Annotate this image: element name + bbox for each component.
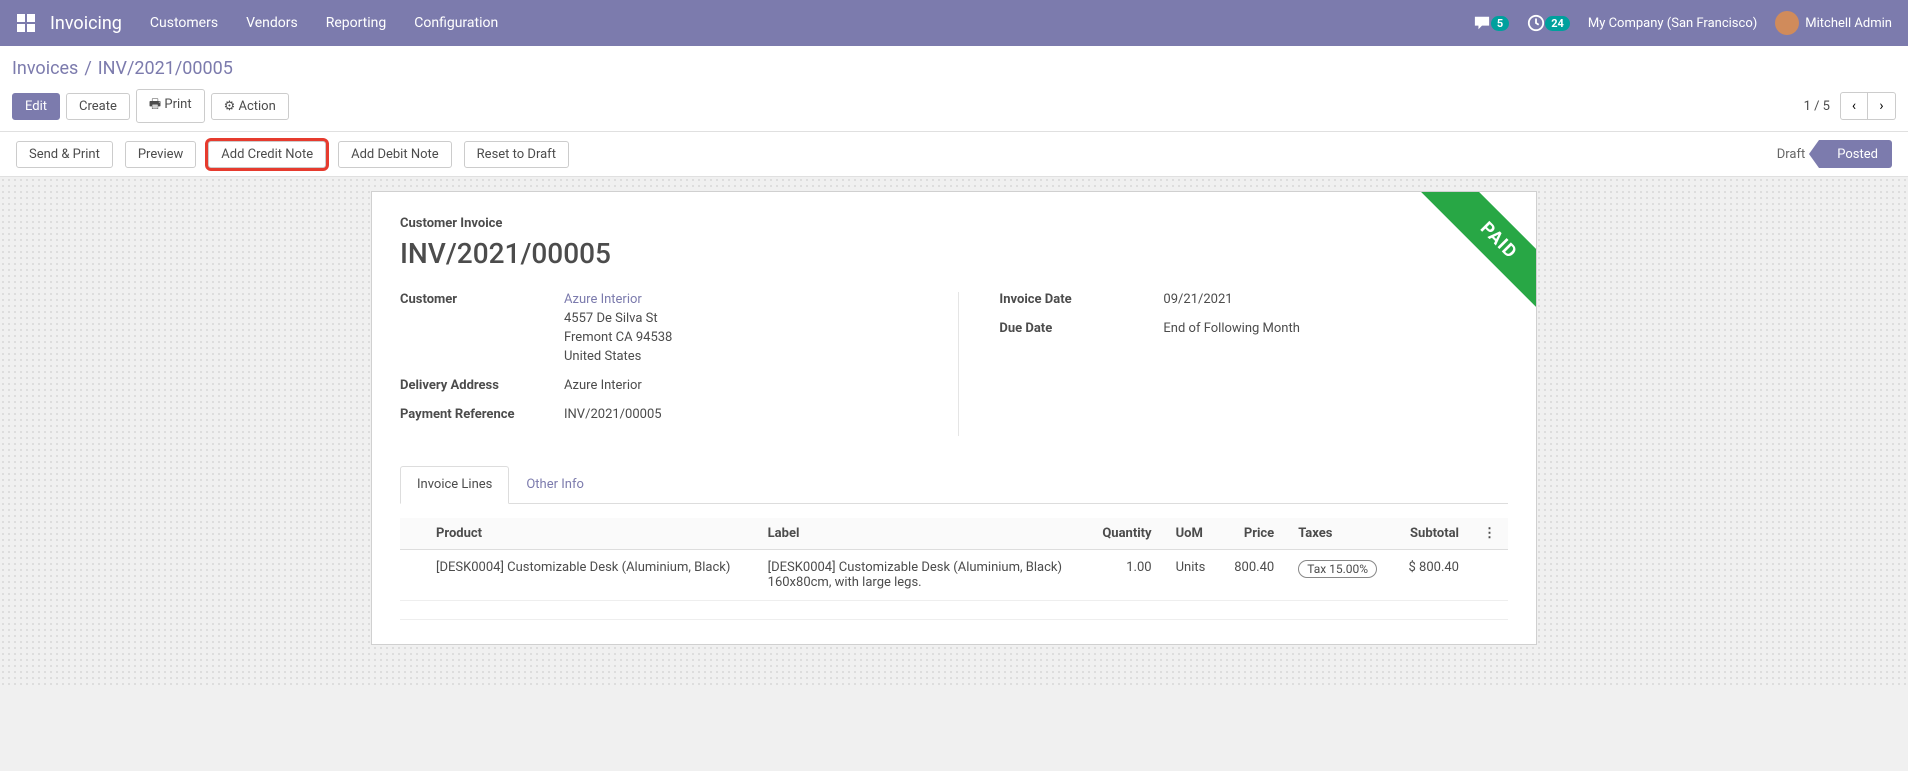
status-posted[interactable]: Posted bbox=[1819, 140, 1892, 168]
due-date-value[interactable]: End of Following Month bbox=[1163, 321, 1508, 336]
payment-reference-label: Payment Reference bbox=[400, 407, 564, 422]
col-uom: UoM bbox=[1164, 518, 1220, 550]
breadcrumb-parent[interactable]: Invoices bbox=[12, 58, 78, 79]
nav-reporting[interactable]: Reporting bbox=[326, 15, 387, 31]
send-print-button[interactable]: Send & Print bbox=[16, 141, 113, 168]
activities-icon[interactable]: 24 bbox=[1527, 14, 1570, 32]
col-price: Price bbox=[1220, 518, 1287, 550]
nav-configuration[interactable]: Configuration bbox=[414, 15, 498, 31]
cell-quantity: 1.00 bbox=[1087, 550, 1163, 601]
print-button[interactable]: 🖶 Print bbox=[136, 89, 205, 123]
breadcrumb-current: INV/2021/00005 bbox=[98, 58, 233, 79]
action-button[interactable]: ⚙ Action bbox=[211, 93, 289, 120]
col-product: Product bbox=[424, 518, 756, 550]
address-line-3: United States bbox=[564, 349, 946, 364]
avatar bbox=[1775, 11, 1799, 35]
control-panel: Invoices / INV/2021/00005 Edit Create 🖶 … bbox=[0, 46, 1908, 132]
statusbar: Send & Print Preview Add Credit Note Add… bbox=[0, 132, 1908, 177]
cell-label: [DESK0004] Customizable Desk (Aluminium,… bbox=[756, 550, 1088, 601]
company-selector[interactable]: My Company (San Francisco) bbox=[1588, 16, 1757, 31]
user-menu[interactable]: Mitchell Admin bbox=[1775, 11, 1892, 35]
col-label: Label bbox=[756, 518, 1088, 550]
address-line-1: 4557 De Silva St bbox=[564, 311, 946, 326]
add-debit-note-button[interactable]: Add Debit Note bbox=[338, 141, 452, 168]
payment-reference-value: INV/2021/00005 bbox=[564, 407, 946, 422]
activities-badge: 24 bbox=[1545, 16, 1570, 31]
tab-other-info[interactable]: Other Info bbox=[509, 466, 601, 503]
due-date-label: Due Date bbox=[999, 321, 1163, 336]
cell-subtotal: $ 800.40 bbox=[1393, 550, 1471, 601]
apps-icon[interactable] bbox=[16, 13, 36, 33]
app-name: Invoicing bbox=[50, 13, 122, 34]
delivery-address-label: Delivery Address bbox=[400, 378, 564, 393]
top-nav: Invoicing Customers Vendors Reporting Co… bbox=[0, 0, 1908, 46]
tab-invoice-lines[interactable]: Invoice Lines bbox=[400, 466, 509, 504]
cell-taxes: Tax 15.00% bbox=[1286, 550, 1393, 601]
form-view: PAID Customer Invoice INV/2021/00005 Cus… bbox=[0, 177, 1908, 685]
nav-links: Customers Vendors Reporting Configuratio… bbox=[150, 15, 498, 31]
cell-product: [DESK0004] Customizable Desk (Aluminium,… bbox=[424, 550, 756, 601]
pager-text: 1 / 5 bbox=[1804, 99, 1830, 114]
address-line-2: Fremont CA 94538 bbox=[564, 330, 946, 345]
messages-badge: 5 bbox=[1491, 16, 1509, 31]
add-credit-note-button[interactable]: Add Credit Note bbox=[208, 141, 326, 168]
messages-icon[interactable]: 5 bbox=[1473, 15, 1509, 31]
sheet: PAID Customer Invoice INV/2021/00005 Cus… bbox=[371, 191, 1537, 645]
cell-uom: Units bbox=[1164, 550, 1220, 601]
nav-vendors[interactable]: Vendors bbox=[246, 15, 298, 31]
invoice-type-label: Customer Invoice bbox=[400, 216, 1508, 231]
pager-next[interactable]: › bbox=[1868, 92, 1896, 120]
invoice-number: INV/2021/00005 bbox=[400, 237, 1508, 270]
col-taxes: Taxes bbox=[1286, 518, 1393, 550]
create-button[interactable]: Create bbox=[66, 93, 130, 120]
breadcrumb: Invoices / INV/2021/00005 bbox=[12, 54, 1896, 79]
col-subtotal: Subtotal bbox=[1393, 518, 1471, 550]
edit-button[interactable]: Edit bbox=[12, 93, 60, 120]
invoice-date-label: Invoice Date bbox=[999, 292, 1163, 307]
nav-customers[interactable]: Customers bbox=[150, 15, 218, 31]
col-quantity: Quantity bbox=[1087, 518, 1163, 550]
customer-link[interactable]: Azure Interior bbox=[564, 292, 642, 307]
pager-prev[interactable]: ‹ bbox=[1840, 92, 1868, 120]
table-row[interactable]: [DESK0004] Customizable Desk (Aluminium,… bbox=[400, 550, 1508, 601]
invoice-lines-table: Product Label Quantity UoM Price Taxes S… bbox=[400, 518, 1508, 601]
user-name: Mitchell Admin bbox=[1805, 16, 1892, 31]
notebook-tabs: Invoice Lines Other Info bbox=[400, 466, 1508, 504]
gear-icon: ⚙ bbox=[224, 99, 239, 114]
column-options-icon[interactable]: ⋮ bbox=[1471, 518, 1508, 550]
delivery-address-link[interactable]: Azure Interior bbox=[564, 378, 946, 393]
cell-price: 800.40 bbox=[1220, 550, 1287, 601]
customer-label: Customer bbox=[400, 292, 564, 364]
tax-badge: Tax 15.00% bbox=[1298, 560, 1377, 578]
preview-button[interactable]: Preview bbox=[125, 141, 196, 168]
print-icon: 🖶 bbox=[149, 97, 165, 112]
reset-to-draft-button[interactable]: Reset to Draft bbox=[464, 141, 569, 168]
invoice-date-value: 09/21/2021 bbox=[1163, 292, 1508, 307]
